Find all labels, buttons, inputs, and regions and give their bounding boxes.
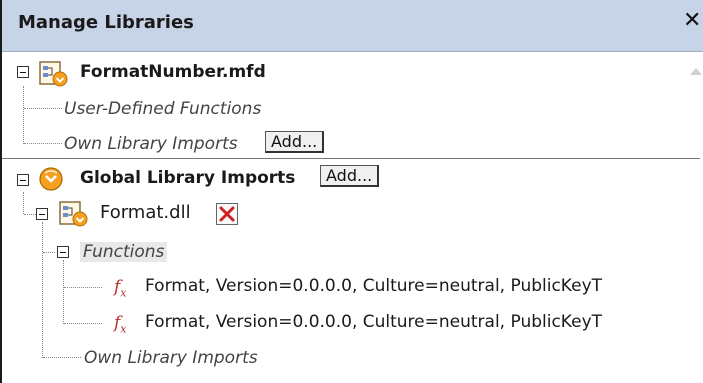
dll-name-label[interactable]: Format.dll <box>100 203 191 223</box>
tree-line <box>42 222 43 358</box>
tree-line <box>24 143 62 144</box>
function-item[interactable]: Format, Version=0.0.0.0, Culture=neutral… <box>145 312 602 332</box>
scroll-up-arrow-icon[interactable] <box>690 68 702 75</box>
tree-line <box>24 214 36 215</box>
section-divider <box>2 158 700 159</box>
tree-line <box>23 86 24 144</box>
collapse-toggle[interactable] <box>36 208 48 220</box>
functions-label[interactable]: Functions <box>80 242 168 262</box>
user-defined-functions-label[interactable]: User-Defined Functions <box>64 99 261 119</box>
delete-x-icon <box>219 206 235 222</box>
dll-library-icon <box>59 201 88 227</box>
dll-own-library-imports-label: Own Library Imports <box>84 348 258 368</box>
tree-line <box>63 260 64 324</box>
global-library-imports-label[interactable]: Global Library Imports <box>80 168 295 188</box>
tree-line <box>64 287 102 288</box>
tree-line <box>43 252 55 253</box>
mapping-file-label[interactable]: FormatNumber.mfd <box>80 62 266 82</box>
add-own-import-button[interactable]: Add... <box>265 131 325 153</box>
delete-library-button[interactable] <box>216 203 238 225</box>
panel-title: Manage Libraries <box>18 12 194 33</box>
global-library-icon <box>39 167 63 191</box>
function-icon: fx <box>114 313 127 336</box>
own-library-imports-label: Own Library Imports <box>64 134 238 154</box>
add-global-import-button[interactable]: Add... <box>320 165 380 187</box>
collapse-toggle[interactable] <box>17 66 29 78</box>
tree-line <box>64 323 102 324</box>
tree-line <box>43 357 81 358</box>
tree-line <box>23 192 24 214</box>
function-icon: fx <box>114 277 127 300</box>
function-item[interactable]: Format, Version=0.0.0.0, Culture=neutral… <box>145 276 602 296</box>
close-icon[interactable]: ✕ <box>683 10 701 32</box>
mapping-file-icon <box>39 61 68 87</box>
collapse-toggle[interactable] <box>57 246 69 258</box>
tree-line <box>24 108 62 109</box>
collapse-toggle[interactable] <box>17 174 29 186</box>
